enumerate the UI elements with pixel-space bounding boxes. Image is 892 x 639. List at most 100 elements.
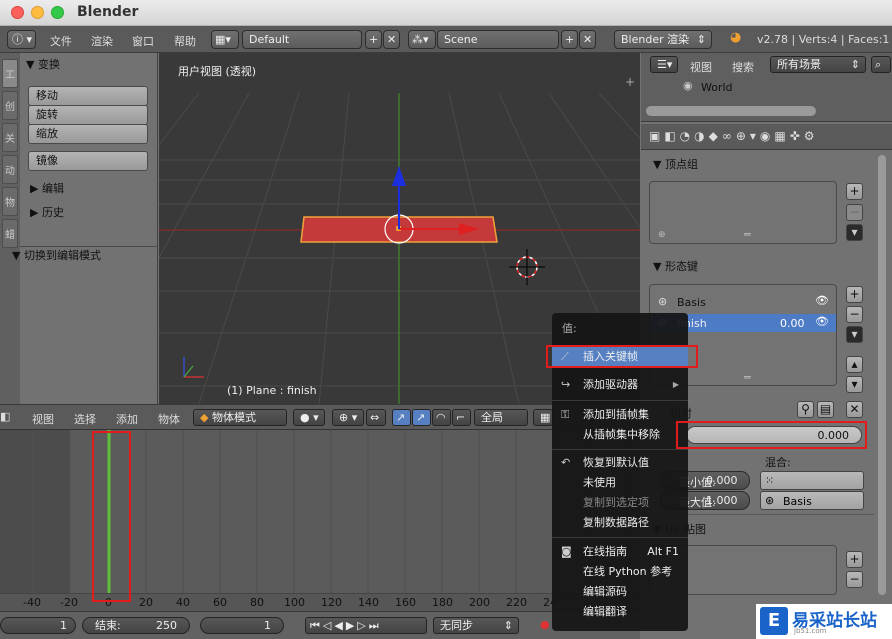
menu-item-reset-default[interactable]: ↶ 恢复到默认值 [552, 453, 688, 473]
scene-delete-button[interactable]: ✕ [579, 30, 596, 49]
vertex-groups-list[interactable]: ⊕ ═ [649, 181, 837, 244]
uv-map-add-button[interactable]: + [846, 551, 863, 568]
menu-help[interactable]: 帮助 [174, 33, 196, 49]
editor-type-info-button[interactable]: ⓘ ▾ [7, 30, 36, 49]
operator-panel-header[interactable]: ▼ 切换到编辑模式 [12, 247, 101, 265]
relative-key-select[interactable]: ⊛ Basis [760, 491, 864, 510]
viewport-shading-select[interactable]: ● ▾ [293, 409, 325, 426]
vertex-groups-header[interactable]: ▼ 顶点组 [653, 156, 698, 172]
shape-key-value-slider[interactable]: 0.000 [686, 426, 862, 444]
outliner-row-world[interactable]: ◉ World [641, 77, 892, 97]
render-engine-select[interactable]: Blender 渲染 ⇕ [614, 30, 712, 49]
tab-grease-pencil[interactable]: 蜡 [2, 219, 18, 248]
edit-mode-toggle[interactable]: ▤ [817, 401, 834, 418]
outliner-menu-view[interactable]: 视图 [690, 59, 712, 75]
outliner-scrollbar[interactable] [646, 106, 816, 116]
menu-item-unused[interactable]: 未使用 [552, 473, 688, 493]
interaction-mode-select[interactable]: ◆ 物体模式 [193, 409, 287, 426]
scale-button[interactable]: 缩放 [28, 124, 148, 144]
end-frame-field[interactable]: 结束: 250 [82, 617, 190, 634]
property-context-icons[interactable]: ▣◧◔◑◆∞⊕▾◉▦✜⚙ [649, 129, 819, 143]
edit-panel-header[interactable]: ▶ 编辑 [30, 180, 64, 198]
timeline-ruler[interactable]: -40 -20 0 20 40 60 80 100 120 140 160 18… [0, 593, 640, 611]
sync-mode-select[interactable]: 无同步 ⇕ [433, 617, 519, 634]
shape-keys-header[interactable]: ▼ 形态键 [653, 258, 698, 274]
scene-browse-button[interactable]: ⁂▾ [408, 30, 436, 49]
menu-object[interactable]: 物体 [158, 411, 180, 427]
menu-item-add-driver[interactable]: ↪ 添加驱动器 ▶ [552, 375, 688, 395]
outliner-search-button[interactable]: ⌕ [871, 56, 891, 73]
shape-key-specials-button[interactable]: ▾ [846, 326, 863, 343]
vertex-group-specials-button[interactable]: ▾ [846, 224, 863, 241]
menu-item-python-reference[interactable]: 在线 Python 参考 [552, 562, 688, 582]
menu-item-copy-data-path[interactable]: 复制数据路径 [552, 513, 688, 533]
shape-key-add-button[interactable]: + [846, 286, 863, 303]
layout-browse-button[interactable]: ▦▾ [211, 30, 239, 49]
tab-relations[interactable]: 关 [2, 123, 18, 152]
menu-add[interactable]: 添加 [116, 411, 138, 427]
vertex-group-add-button[interactable]: + [846, 183, 863, 200]
translate-button[interactable]: 移动 [28, 86, 148, 106]
menu-item-remove-from-keying-set[interactable]: 从插帧集中移除 [552, 425, 688, 445]
shape-key-move-down-button[interactable]: ▾ [846, 376, 863, 393]
history-panel-header[interactable]: ▶ 历史 [30, 204, 64, 222]
vertex-group-select[interactable]: ⁙ [760, 471, 864, 490]
rotate-arc-toggle[interactable]: ◠ [432, 409, 451, 426]
menu-item-edit-source[interactable]: 编辑源码 [552, 582, 688, 602]
clear-shape-button[interactable]: ✕ [846, 401, 863, 418]
menu-render[interactable]: 渲染 [91, 33, 113, 49]
shape-key-move-up-button[interactable]: ▴ [846, 356, 863, 373]
tab-tools[interactable]: 工 [2, 59, 18, 88]
tab-animation[interactable]: 动 [2, 155, 18, 184]
menu-item-copy-to-selected[interactable]: 复制到选定项 [552, 493, 688, 513]
menu-view[interactable]: 视图 [32, 411, 54, 427]
layout-delete-button[interactable]: ✕ [383, 30, 400, 49]
info-header: ⓘ ▾ 文件 渲染 窗口 帮助 ▦▾ Default + ✕ ⁂▾ Scene … [0, 26, 892, 53]
undo-icon: ↶ [561, 456, 571, 469]
outliner-type-button[interactable]: ☰▾ [650, 56, 678, 73]
menu-item-insert-keyframe[interactable]: ⟋ 插入关键帧 [552, 347, 688, 367]
transform-panel-header[interactable]: ▼ 变换 [26, 56, 60, 74]
translate-manipulator-toggle[interactable]: ↗ [392, 409, 411, 426]
eye-icon[interactable]: 👁 [815, 294, 829, 307]
menu-window[interactable]: 窗口 [132, 33, 154, 49]
rotate-button[interactable]: 旋转 [28, 105, 148, 125]
layout-add-button[interactable]: + [365, 30, 382, 49]
scale-manipulator-toggle[interactable]: ⌐ [452, 409, 471, 426]
layers-button[interactable]: ▦ [533, 409, 553, 426]
scene-add-button[interactable]: + [561, 30, 578, 49]
eye-icon[interactable]: 👁 [815, 315, 829, 328]
menu-item-add-to-keying-set[interactable]: ⚿ 添加到插帧集 [552, 405, 688, 425]
timeline[interactable] [0, 430, 640, 593]
menu-item-edit-translation[interactable]: 编辑翻译 [552, 602, 688, 622]
transform-orientation-select[interactable]: 全局 [474, 409, 528, 426]
menu-item-online-manual[interactable]: ◙ 在线指南 Alt F1 [552, 542, 688, 562]
tab-create[interactable]: 创 [2, 91, 18, 120]
menu-select[interactable]: 选择 [74, 411, 96, 427]
scene-name-field[interactable]: Scene [437, 30, 559, 49]
uv-map-remove-button[interactable]: − [846, 571, 863, 588]
menu-file[interactable]: 文件 [50, 33, 72, 49]
pivot-point-select[interactable]: ⊕ ▾ [332, 409, 364, 426]
properties-scrollbar[interactable] [878, 155, 886, 595]
layout-name-field[interactable]: Default [242, 30, 362, 49]
current-frame-field[interactable]: 1 [200, 617, 284, 634]
start-frame-field[interactable]: 1 [0, 617, 76, 634]
editor-type-3d-icon[interactable]: ◧ [0, 410, 10, 423]
outliner-menu-search[interactable]: 搜索 [732, 59, 754, 75]
record-icon[interactable]: ● [540, 618, 550, 631]
close-window-button[interactable] [11, 6, 24, 19]
tab-physics[interactable]: 物 [2, 187, 18, 216]
manipulator-toggle[interactable]: ⇔ [366, 409, 386, 426]
pin-button[interactable]: ⚲ [797, 401, 814, 418]
shape-key-remove-button[interactable]: − [846, 306, 863, 323]
vertex-group-remove-button[interactable]: − [846, 204, 863, 221]
playback-controls[interactable]: ⏮◁◀▶▷⏭ [305, 617, 427, 634]
mirror-button[interactable]: 镜像 [28, 151, 148, 171]
zoom-window-button[interactable] [51, 6, 64, 19]
minimize-window-button[interactable] [31, 6, 44, 19]
shape-key-row[interactable]: ⊛ Basis 👁 [650, 293, 836, 311]
rotate-manipulator-toggle[interactable]: ↗ [412, 409, 431, 426]
outliner-display-mode-select[interactable]: 所有场景 ⇕ [770, 56, 866, 73]
toggle-properties-region-icon[interactable]: + [625, 75, 635, 89]
